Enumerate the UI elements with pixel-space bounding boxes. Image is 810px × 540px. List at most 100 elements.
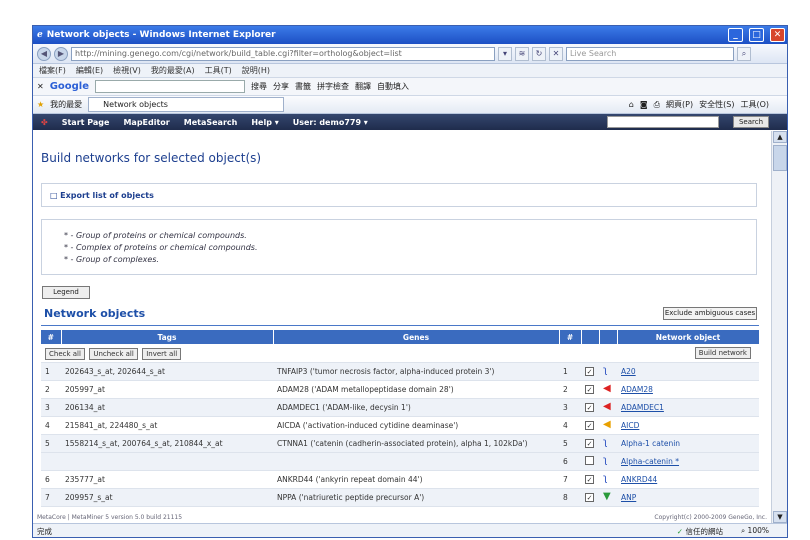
stop-icon[interactable]: ✕	[549, 46, 563, 61]
menu-tools[interactable]: 工具(T)	[205, 65, 232, 76]
object-link[interactable]: Alpha-catenin *	[621, 457, 679, 466]
check-all-button[interactable]: Check all	[45, 347, 85, 360]
exclude-ambiguous-button[interactable]: Exclude ambiguous cases	[663, 307, 757, 320]
google-autofill[interactable]: 自動填入	[377, 81, 409, 92]
build-network-button[interactable]: Build network	[694, 346, 751, 359]
ie-icon: ℯ	[37, 30, 43, 40]
back-icon[interactable]: ◀	[37, 46, 51, 61]
zoom-label[interactable]: 100%	[748, 526, 769, 535]
col-header-num2: #	[559, 330, 582, 344]
print-icon[interactable]: ⎙	[654, 100, 660, 110]
google-search-input[interactable]	[95, 80, 246, 93]
row-object-num: 5	[559, 434, 581, 453]
menu-file[interactable]: 檔案(F)	[39, 65, 66, 76]
row-checkbox[interactable]: ✓	[585, 438, 594, 448]
row-checkbox[interactable]: ✓	[585, 402, 594, 412]
tools-menu[interactable]: 工具(O)	[740, 99, 769, 110]
home-icon[interactable]: ⌂	[629, 100, 634, 109]
nav-help[interactable]: Help ▾	[251, 118, 278, 127]
table-header: # Tags Genes # Network object	[41, 330, 760, 344]
favorites-bar: ★ 我的最愛 Network objects ⌂ ◙ ⎙ 網頁(P) 安全性(S…	[33, 96, 787, 114]
favorites-label[interactable]: 我的最愛	[50, 99, 82, 110]
row-checkbox[interactable]: ✓	[585, 474, 594, 484]
protease-icon: ◀	[603, 401, 611, 412]
google-spellcheck[interactable]: 拼字檢查	[317, 81, 349, 92]
legend-button[interactable]: Legend	[42, 286, 90, 299]
nav-map-editor[interactable]: MapEditor	[123, 118, 169, 127]
table-row: 3 206134_at ADAMDEC1 ('ADAM-like, decysi…	[41, 398, 759, 417]
export-link[interactable]: □ Export list of objects	[50, 191, 154, 200]
row-genes: ADAMDEC1 ('ADAM-like, decysin 1')	[273, 398, 559, 417]
close-button[interactable]: ✕	[770, 28, 785, 42]
safety-menu[interactable]: 安全性(S)	[699, 99, 734, 110]
forward-icon[interactable]: ▶	[54, 46, 68, 61]
close-toolbar-icon[interactable]: ✕	[37, 82, 44, 91]
row-checkbox[interactable]: ✓	[585, 366, 594, 376]
row-tags: 215841_at, 224480_s_at	[61, 416, 273, 435]
row-num: 6	[41, 470, 61, 489]
genego-logo-icon: ✤	[41, 117, 48, 127]
menu-view[interactable]: 檢視(V)	[113, 65, 141, 76]
row-tags	[61, 452, 273, 471]
site-search-input[interactable]	[607, 116, 719, 128]
table-row: 2 205997_at ADAM28 ('ADAM metallopeptida…	[41, 380, 759, 399]
refresh-icon[interactable]: ↻	[532, 46, 546, 61]
live-search-input[interactable]: Live Search	[566, 46, 734, 61]
zoom-level[interactable]: ⌕ 100%	[741, 526, 769, 537]
maximize-button[interactable]: □	[749, 28, 764, 42]
google-share[interactable]: 分享	[273, 81, 289, 92]
minimize-button[interactable]: _	[728, 28, 743, 42]
object-link[interactable]: ADAM28	[621, 385, 653, 394]
browser-tab[interactable]: Network objects	[88, 97, 285, 112]
object-link[interactable]: A20	[621, 367, 636, 376]
google-translate[interactable]: 翻譯	[355, 81, 371, 92]
site-search-button[interactable]: Search	[733, 116, 769, 128]
url-input[interactable]: http://mining.genego.com/cgi/network/bui…	[71, 46, 495, 61]
ligand-icon: ▼	[603, 491, 611, 502]
google-search[interactable]: 搜尋	[251, 81, 267, 92]
nav-meta-search[interactable]: MetaSearch	[184, 118, 238, 127]
nav-user[interactable]: User: demo779 ▾	[293, 118, 368, 127]
uncheck-all-button[interactable]: Uncheck all	[89, 347, 138, 360]
scroll-thumb[interactable]	[773, 145, 787, 171]
search-icon[interactable]: ⌕	[737, 46, 751, 61]
object-link[interactable]: ADAMDEC1	[621, 403, 664, 412]
menu-help[interactable]: 說明(H)	[242, 65, 270, 76]
row-genes: NPPA ('natriuretic peptide precursor A')	[273, 488, 559, 507]
dropdown-icon[interactable]: ▾	[498, 46, 512, 61]
row-genes: ADAM28 ('ADAM metallopeptidase domain 28…	[273, 380, 559, 399]
protein-icon: ʅ	[603, 365, 608, 376]
star-icon[interactable]: ★	[37, 100, 44, 109]
protein-icon: ʅ	[603, 455, 608, 466]
title-bar: ℯ Network objects - Windows Internet Exp…	[33, 26, 787, 44]
row-checkbox[interactable]: ✓	[585, 384, 594, 394]
row-object-num: 1	[559, 362, 581, 381]
address-bar: ◀ ▶ http://mining.genego.com/cgi/network…	[33, 44, 787, 64]
compat-icon[interactable]: ≋	[515, 46, 529, 61]
feed-icon[interactable]: ◙	[640, 100, 648, 109]
object-link[interactable]: AICD	[621, 421, 639, 430]
row-checkbox[interactable]	[585, 455, 594, 465]
nav-start-page[interactable]: Start Page	[62, 118, 110, 127]
row-checkbox[interactable]: ✓	[585, 492, 594, 502]
page-title: Build networks for selected object(s)	[41, 151, 262, 165]
row-num	[41, 452, 61, 471]
browser-window: ℯ Network objects - Windows Internet Exp…	[32, 25, 788, 538]
scroll-down-icon[interactable]: ▼	[773, 511, 787, 523]
menu-edit[interactable]: 編輯(E)	[76, 65, 103, 76]
object-link[interactable]: ANKRD44	[621, 475, 657, 484]
object-link[interactable]: ANP	[621, 493, 636, 502]
scroll-up-icon[interactable]: ▲	[773, 131, 787, 143]
export-label[interactable]: Export list of objects	[60, 191, 154, 200]
trusted-zone: ✓ 信任的網站	[677, 526, 723, 537]
footer-version: MetaCore | MetaMiner 5 version 5.0 build…	[37, 514, 183, 521]
vertical-scrollbar[interactable]: ▲ ▼	[771, 131, 787, 523]
row-object-num: 3	[559, 398, 581, 417]
row-checkbox[interactable]: ✓	[585, 420, 594, 430]
footer-copyright: Copyright(c) 2000-2009 GeneGo, Inc.	[654, 514, 767, 521]
page-menu[interactable]: 網頁(P)	[666, 99, 693, 110]
menu-favorites[interactable]: 我的最愛(A)	[151, 65, 195, 76]
google-bookmarks[interactable]: 書籤	[295, 81, 311, 92]
invert-all-button[interactable]: Invert all	[142, 347, 182, 360]
object-link[interactable]: Alpha-1 catenin	[621, 439, 680, 448]
